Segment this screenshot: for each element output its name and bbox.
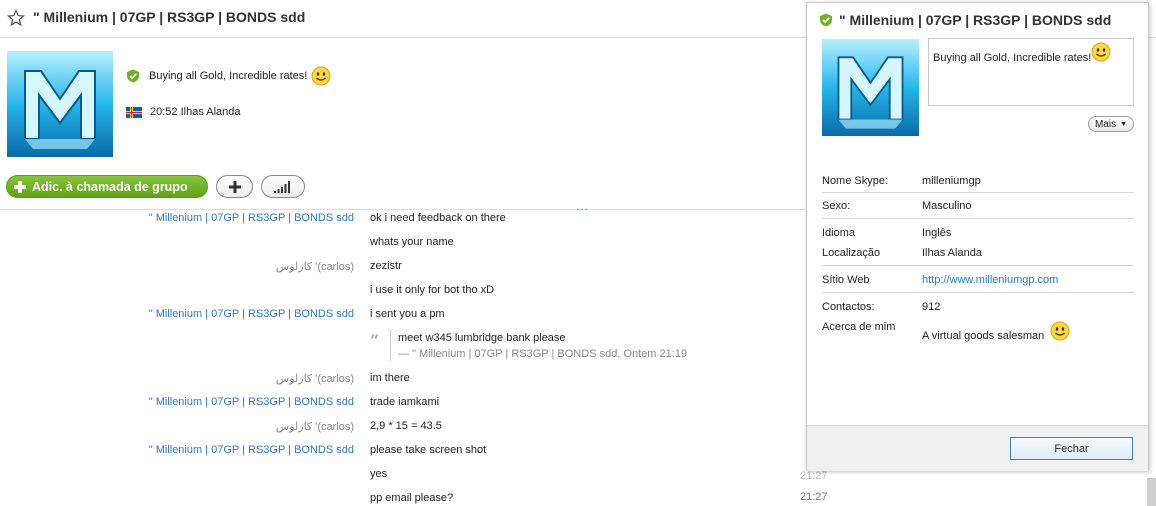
contact-avatar[interactable] <box>7 51 113 157</box>
smiley-emoticon-icon <box>311 66 331 86</box>
local-time: 20:52 <box>150 106 178 118</box>
divider <box>822 218 1134 219</box>
add-to-group-call-label: Adic. à chamada de grupo <box>32 179 188 194</box>
profile-local-time-row: 20:52 Ilhas Alanda <box>126 105 241 119</box>
chat-message: whats your name <box>0 234 805 254</box>
add-people-button[interactable] <box>216 175 253 198</box>
chat-message: کارلوس '(carlos) im there <box>0 370 805 390</box>
dialog-footer: Fechar <box>807 425 1148 471</box>
message-timestamp: 21:27 <box>800 491 828 503</box>
chat-message: " Millenium | 07GP | RS3GP | BONDS sdd p… <box>0 442 805 462</box>
chevron-down-icon: ▼ <box>1120 120 1128 128</box>
website-label: Sítio Web <box>822 274 870 286</box>
about-value: A virtual goods salesman <box>922 330 1045 342</box>
sex-label: Sexo: <box>822 200 851 212</box>
dialog-title: " Millenium | 07GP | RS3GP | BONDS sdd <box>839 12 1112 28</box>
message-text: please take screen shot <box>370 444 487 456</box>
dialog-title-row: " Millenium | 07GP | RS3GP | BONDS sdd <box>819 12 1111 28</box>
quote-source: — " Millenium | 07GP | RS3GP | BONDS sdd… <box>398 348 688 360</box>
chat-message: " Millenium | 07GP | RS3GP | BONDS sdd o… <box>0 210 805 230</box>
chat-scrollbar-thumb[interactable] <box>1147 478 1156 506</box>
quote-bar <box>390 329 391 361</box>
contacts-value: 912 <box>922 301 941 313</box>
smiley-emoticon-icon <box>1091 42 1111 62</box>
message-text: i use it only for bot tho xD <box>370 284 495 296</box>
quote-text: meet w345 lumbridge bank please <box>398 332 566 344</box>
signal-bars-icon <box>274 180 290 193</box>
sex-value: Masculino <box>922 200 972 212</box>
chat-message: yes <box>0 466 805 486</box>
aland-flag-icon <box>126 106 142 118</box>
chat-message: کارلوس '(carlos) zezistr <box>0 258 805 278</box>
message-text: pp email please? <box>370 492 454 504</box>
message-sender[interactable]: کارلوس '(carlos) <box>276 372 354 385</box>
star-favorite-icon[interactable] <box>7 9 25 27</box>
message-text: yes <box>370 468 388 480</box>
message-sender[interactable]: " Millenium | 07GP | RS3GP | BONDS sdd <box>149 212 354 224</box>
skype-name-value: milleniumgp <box>922 175 981 187</box>
message-sender[interactable]: کارلوس '(carlos) <box>276 420 354 433</box>
language-value: Inglês <box>922 227 952 239</box>
message-text: i sent you a pm <box>370 308 445 320</box>
message-text: zezistr <box>370 260 402 272</box>
online-status-icon <box>127 69 139 83</box>
message-text: im there <box>370 372 410 384</box>
quote-icon: “ <box>370 331 380 350</box>
more-button[interactable]: Mais ▼ <box>1088 116 1134 132</box>
location-label: Localização <box>822 247 881 259</box>
divider <box>822 292 1134 293</box>
chat-message: " Millenium | 07GP | RS3GP | BONDS sdd i… <box>0 306 805 326</box>
plus-icon <box>14 180 26 193</box>
profile-mood-row: Buying all Gold, Incredible rates! <box>126 65 331 87</box>
call-quality-button[interactable] <box>261 175 305 198</box>
chat-message: pp email please? <box>0 490 805 506</box>
message-text: 2,9 * 15 = 43.5 <box>370 420 442 432</box>
message-sender[interactable]: کارلوس '(carlos) <box>276 260 354 273</box>
smiley-emoticon-icon <box>1050 321 1070 341</box>
chat-message: کارلوس '(carlos) 2,9 * 15 = 43.5 <box>0 418 805 438</box>
website-link[interactable]: http://www.milleniumgp.com <box>922 274 1058 286</box>
message-text: ok i need feedback on there <box>370 212 506 224</box>
message-timestamp-faded: 21:27 <box>800 470 828 482</box>
message-sender[interactable]: " Millenium | 07GP | RS3GP | BONDS sdd <box>149 396 354 408</box>
online-status-icon <box>820 13 832 27</box>
message-text: trade iamkami <box>370 396 440 408</box>
contacts-label: Contactos: <box>822 301 875 313</box>
divider <box>822 192 1134 193</box>
message-text: whats your name <box>370 236 454 248</box>
dialog-contact-avatar <box>822 39 919 136</box>
conversation-title[interactable]: " Millenium | 07GP | RS3GP | BONDS sdd <box>33 9 305 25</box>
plus-icon <box>228 180 241 193</box>
dialog-mood-box: Buying all Gold, Incredible rates! <box>928 38 1134 106</box>
chat-message: i use it only for bot tho xD <box>0 282 805 302</box>
contact-profile-dialog: " Millenium | 07GP | RS3GP | BONDS sdd B… <box>806 2 1149 471</box>
more-button-label: Mais <box>1094 118 1117 130</box>
profile-mood-text: Buying all Gold, Incredible rates! <box>149 70 308 82</box>
message-sender[interactable]: " Millenium | 07GP | RS3GP | BONDS sdd <box>149 308 354 320</box>
chat-history[interactable]: " Millenium | 07GP | RS3GP | BONDS sdd o… <box>0 210 805 506</box>
location-value: Ilhas Alanda <box>922 247 982 259</box>
divider <box>822 265 1134 266</box>
message-sender[interactable]: " Millenium | 07GP | RS3GP | BONDS sdd <box>149 444 354 456</box>
profile-location: Ilhas Alanda <box>180 106 241 118</box>
skype-name-label: Nome Skype: <box>822 175 889 187</box>
dialog-mood-text: Buying all Gold, Incredible rates! <box>933 52 1092 64</box>
language-label: Idioma <box>822 227 856 239</box>
add-to-group-call-button[interactable]: Adic. à chamada de grupo <box>6 175 208 198</box>
chat-message: " Millenium | 07GP | RS3GP | BONDS sdd t… <box>0 394 805 414</box>
about-label: Acerca de mim <box>822 321 896 333</box>
close-button[interactable]: Fechar <box>1010 437 1133 460</box>
